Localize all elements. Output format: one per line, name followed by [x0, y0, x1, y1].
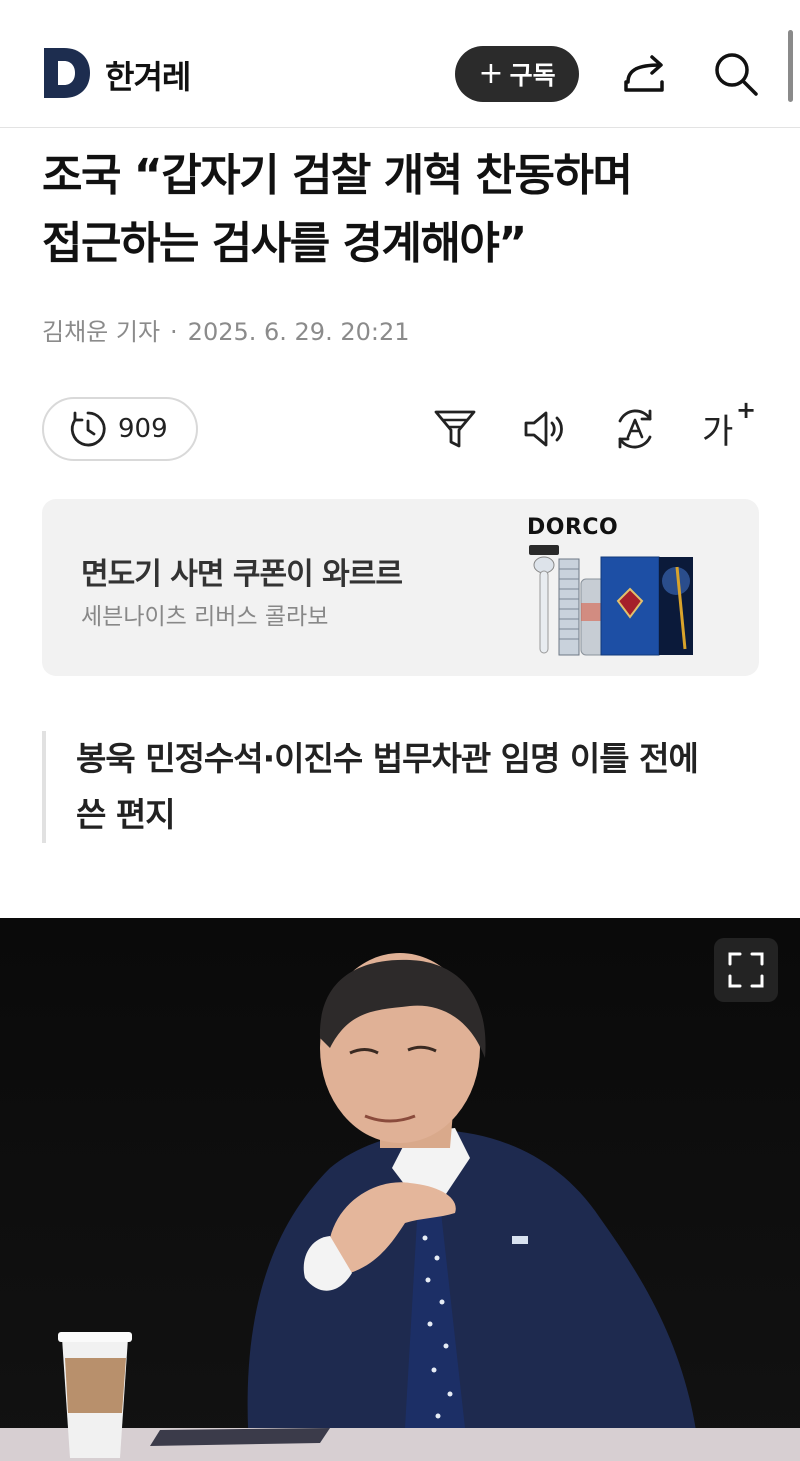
- article-headline: 조국 “갑자기 검찰 개혁 찬동하며 접근하는 검사를 경계해야”: [42, 142, 762, 278]
- ad-title: 면도기 사면 쿠폰이 와르르: [81, 557, 403, 592]
- article-photo[interactable]: [0, 918, 800, 1461]
- person-photo-illustration: [0, 918, 800, 1461]
- razor-product-image: [529, 545, 693, 656]
- headline-line-2: 접근하는 검사를 경계해야”: [42, 218, 527, 269]
- clock-icon: [70, 411, 106, 447]
- fullscreen-expand-icon[interactable]: [714, 938, 778, 1002]
- plus-icon: +: [478, 56, 504, 91]
- subheading-line-2: 쓴 편지: [76, 795, 176, 834]
- search-icon[interactable]: [712, 50, 760, 98]
- hani-logo-icon[interactable]: [42, 48, 90, 98]
- site-name[interactable]: 한겨레: [105, 52, 191, 98]
- share-icon[interactable]: [622, 52, 670, 96]
- translate-icon[interactable]: [612, 406, 658, 452]
- byline: 김채운 기자 · 2025. 6. 29. 20:21: [42, 312, 410, 347]
- filter-icon[interactable]: [432, 406, 478, 452]
- font-size-label: 가: [702, 412, 734, 452]
- plus-icon: +: [736, 396, 757, 424]
- subscribe-label: 구독: [509, 61, 556, 90]
- scrollbar[interactable]: [788, 30, 793, 102]
- font-size-icon[interactable]: 가 +: [702, 396, 756, 452]
- speaker-icon[interactable]: [522, 406, 568, 452]
- headline-line-1: 조국 “갑자기 검찰 개혁 찬동하며: [42, 150, 633, 201]
- article-subheading: 봉욱 민정수석·이진수 법무차관 임명 이틀 전에 쓴 편지: [42, 731, 762, 843]
- ad-subtitle: 세븐나이츠 리버스 콜라보: [81, 604, 329, 630]
- author-name[interactable]: 김채운 기자: [42, 318, 160, 346]
- view-count: 909: [118, 414, 168, 444]
- publish-datetime: 2025. 6. 29. 20:21: [187, 318, 410, 346]
- advertisement-banner[interactable]: 면도기 사면 쿠폰이 와르르 세븐나이츠 리버스 콜라보 DORCO: [42, 499, 759, 676]
- ad-brand-logo: DORCO: [527, 515, 619, 540]
- byline-separator: ·: [170, 318, 178, 346]
- top-navigation-bar: 한겨레 + 구독: [0, 0, 800, 128]
- subscribe-button[interactable]: + 구독: [455, 46, 579, 102]
- subheading-line-1: 봉욱 민정수석·이진수 법무차관 임명 이틀 전에: [76, 739, 699, 778]
- view-count-badge[interactable]: 909: [42, 397, 198, 461]
